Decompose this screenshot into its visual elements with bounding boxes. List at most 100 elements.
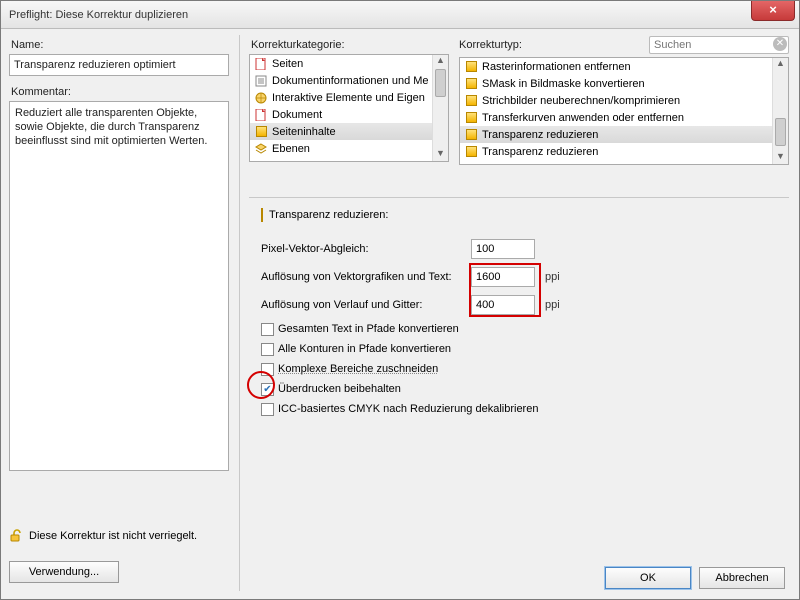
pixel-vector-label: Pixel-Vektor-Abgleich:	[261, 243, 471, 255]
gradient-res-input[interactable]	[471, 295, 535, 315]
fixup-icon	[464, 94, 478, 108]
category-listbox[interactable]: Seiten Dokumentinformationen und Me Inte…	[249, 54, 449, 162]
usage-button[interactable]: Verwendung...	[9, 561, 119, 583]
fixup-icon	[464, 145, 478, 159]
ok-button[interactable]: OK	[605, 567, 691, 589]
fixup-icon	[261, 209, 263, 221]
scroll-thumb[interactable]	[775, 118, 786, 146]
window-title: Preflight: Diese Korrektur duplizieren	[9, 9, 188, 21]
list-item-label: Ebenen	[272, 143, 448, 155]
checkbox-row: ✔ Überdrucken beibehalten	[261, 379, 783, 399]
type-label: Korrekturtyp:	[459, 39, 522, 51]
list-item[interactable]: Ebenen	[250, 140, 448, 157]
list-item[interactable]: Interaktive Elemente und Eigen	[250, 89, 448, 106]
fixup-icon	[464, 60, 478, 74]
scroll-down-icon[interactable]: ▼	[433, 148, 448, 161]
list-item-label: Transparenz reduzieren	[482, 146, 788, 158]
gradient-res-label: Auflösung von Verlauf und Gitter:	[261, 299, 471, 311]
list-item[interactable]: Strichbilder neuberechnen/komprimieren	[460, 92, 788, 109]
list-item-label: Seiten	[272, 58, 448, 70]
vector-res-input[interactable]	[471, 267, 535, 287]
gradient-res-row: Auflösung von Verlauf und Gitter: ppi	[261, 291, 783, 319]
dialog-body: Name: Kommentar: Reduziert alle transpar…	[1, 29, 799, 599]
scroll-up-icon[interactable]: ▲	[433, 55, 448, 68]
list-item-label: Dokumentinformationen und Me	[272, 75, 448, 87]
scrollbar[interactable]: ▲▼	[772, 58, 788, 164]
list-item[interactable]: SMask in Bildmaske konvertieren	[460, 75, 788, 92]
category-label: Korrekturkategorie:	[251, 39, 449, 51]
clear-search-icon[interactable]: ✕	[773, 37, 787, 51]
vector-res-row: Auflösung von Vektorgrafiken und Text: p…	[261, 263, 783, 291]
list-item-label: Interaktive Elemente und Eigen	[272, 92, 448, 104]
dialog-button-row: OK Abbrechen	[605, 567, 785, 589]
dialog-window: Preflight: Diese Korrektur duplizieren ×…	[0, 0, 800, 600]
panel-title: Transparenz reduzieren:	[269, 209, 388, 221]
unit-label: ppi	[545, 299, 560, 311]
checkbox-row: Gesamten Text in Pfade konvertieren	[261, 319, 783, 339]
unit-label: ppi	[545, 271, 560, 283]
list-item-label: Dokument	[272, 109, 448, 121]
list-item[interactable]: Transparenz reduzieren	[460, 143, 788, 160]
fixup-icon	[464, 77, 478, 91]
vector-res-label: Auflösung von Vektorgrafiken und Text:	[261, 271, 471, 283]
icc-cmyk-checkbox[interactable]	[261, 403, 274, 416]
list-item[interactable]: Seiten	[250, 55, 448, 72]
document-icon	[254, 74, 268, 88]
checkbox-label: ICC-basiertes CMYK nach Reduzierung deka…	[278, 403, 538, 415]
list-item-label: Transparenz reduzieren	[482, 129, 788, 141]
clip-complex-checkbox[interactable]	[261, 363, 274, 376]
fixup-icon	[464, 128, 478, 142]
scrollbar[interactable]: ▲▼	[432, 55, 448, 161]
checkbox-label: Alle Konturen in Pfade konvertieren	[278, 343, 451, 355]
unlock-icon	[9, 529, 23, 543]
vertical-separator	[239, 35, 240, 591]
cancel-button[interactable]: Abbrechen	[699, 567, 785, 589]
strokes-to-paths-checkbox[interactable]	[261, 343, 274, 356]
checkbox-row: Komplexe Bereiche zuschneiden	[261, 359, 783, 379]
close-button[interactable]: ×	[751, 1, 795, 21]
fixup-icon	[464, 111, 478, 125]
search-input[interactable]	[649, 36, 789, 54]
checkbox-row: Alle Konturen in Pfade konvertieren	[261, 339, 783, 359]
comment-textarea[interactable]: Reduziert alle transparenten Objekte, so…	[9, 101, 229, 471]
lock-status-row: Diese Korrektur ist nicht verriegelt.	[9, 529, 197, 543]
checkbox-label: Komplexe Bereiche zuschneiden	[278, 363, 438, 375]
checkbox-label: Überdrucken beibehalten	[278, 383, 401, 395]
list-item[interactable]: Dokument	[250, 106, 448, 123]
list-item[interactable]: Rasterinformationen entfernen	[460, 58, 788, 75]
type-listbox[interactable]: Rasterinformationen entfernen SMask in B…	[459, 57, 789, 165]
fixup-icon	[254, 125, 268, 139]
panel-header: Transparenz reduzieren:	[261, 209, 783, 221]
list-item-label: Strichbilder neuberechnen/komprimieren	[482, 95, 788, 107]
list-item[interactable]: Seiteninhalte	[250, 123, 448, 140]
name-label: Name:	[11, 39, 229, 51]
lock-status-text: Diese Korrektur ist nicht verriegelt.	[29, 530, 197, 542]
list-item[interactable]: Dokumentinformationen und Me	[250, 72, 448, 89]
list-item[interactable]: Transferkurven anwenden oder entfernen	[460, 109, 788, 126]
titlebar: Preflight: Diese Korrektur duplizieren ×	[1, 1, 799, 29]
horizontal-separator	[249, 197, 789, 198]
pixel-vector-row: Pixel-Vektor-Abgleich:	[261, 235, 783, 263]
pdf-icon	[254, 57, 268, 71]
list-item-label: Rasterinformationen entfernen	[482, 61, 788, 73]
type-column: Korrekturtyp: ✕ Rasterinformationen entf…	[459, 35, 789, 165]
scroll-up-icon[interactable]: ▲	[773, 58, 788, 71]
globe-icon	[254, 91, 268, 105]
name-input[interactable]	[9, 54, 229, 76]
text-to-paths-checkbox[interactable]	[261, 323, 274, 336]
list-item-label: Transferkurven anwenden oder entfernen	[482, 112, 788, 124]
checkbox-row: ICC-basiertes CMYK nach Reduzierung deka…	[261, 399, 783, 419]
scroll-down-icon[interactable]: ▼	[773, 151, 788, 164]
left-column: Name: Kommentar: Reduziert alle transpar…	[9, 35, 229, 591]
comment-label: Kommentar:	[11, 86, 229, 98]
preserve-overprint-checkbox[interactable]: ✔	[261, 383, 274, 396]
checkbox-label: Gesamten Text in Pfade konvertieren	[278, 323, 459, 335]
list-item-label: Seiteninhalte	[272, 126, 448, 138]
list-item[interactable]: Transparenz reduzieren	[460, 126, 788, 143]
category-column: Korrekturkategorie: Seiten Dokumentinfor…	[249, 35, 449, 162]
pdf-icon	[254, 108, 268, 122]
pixel-vector-input[interactable]	[471, 239, 535, 259]
settings-panel: Transparenz reduzieren: Pixel-Vektor-Abg…	[261, 209, 783, 419]
list-item-label: SMask in Bildmaske konvertieren	[482, 78, 788, 90]
scroll-thumb[interactable]	[435, 69, 446, 97]
